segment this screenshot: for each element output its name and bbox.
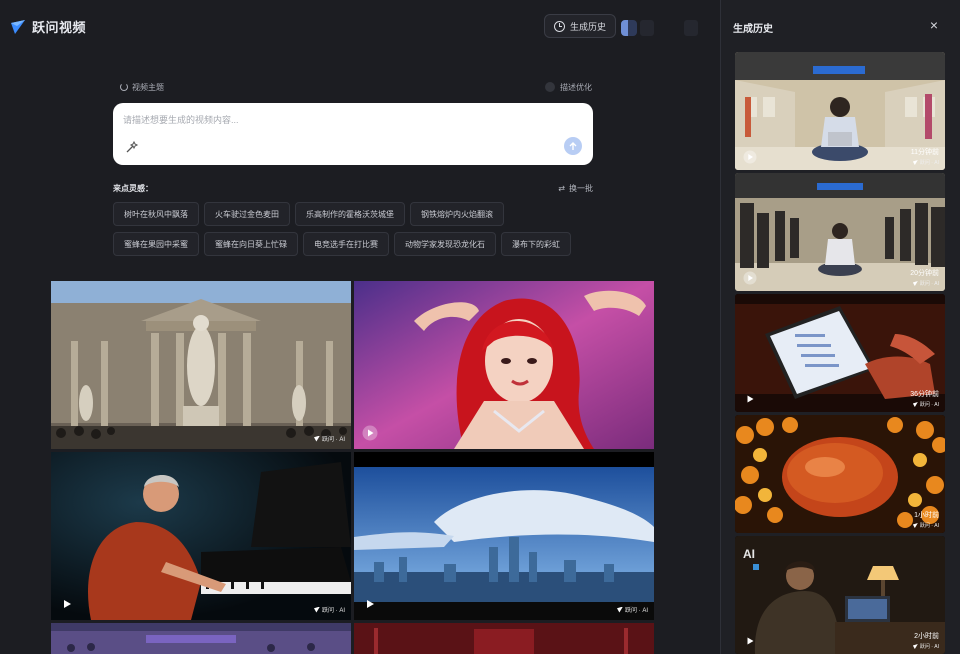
avatar[interactable] xyxy=(621,20,637,36)
generation-history-label: 生成历史 xyxy=(570,21,607,32)
play-icon[interactable] xyxy=(743,150,757,164)
watermark-logo-icon xyxy=(912,523,918,528)
watermark: 跃问 · AI xyxy=(313,434,345,443)
watermark: 跃问 · AI xyxy=(912,522,939,529)
inspiration-chips: 树叶在秋风中飘落 火车驶过金色麦田 乐高制作的霍格沃茨城堡 钢铁熔炉内火焰翻滚 … xyxy=(113,202,593,262)
header-placeholder xyxy=(684,20,698,36)
video-thumbnail xyxy=(354,452,654,620)
play-icon[interactable] xyxy=(362,596,378,612)
video-card[interactable] xyxy=(51,623,351,654)
history-item[interactable]: AI 2小时前 跃问 · AI xyxy=(735,536,945,654)
watermark: 跃问 · AI xyxy=(912,280,939,287)
watermark-text: 跃问 · AI xyxy=(919,402,939,408)
prompt-input[interactable] xyxy=(123,115,543,125)
inspiration-chip[interactable]: 电竞选手在打比赛 xyxy=(303,232,389,256)
clock-icon xyxy=(554,20,565,32)
main-area: 跃问视频 生成历史 视频主题 描述优化 来点灵感： ⇄ xyxy=(0,0,720,654)
optimize-toggle[interactable]: 描述优化 xyxy=(545,82,592,93)
inspiration-chip[interactable]: 蜜蜂在向日葵上忙碌 xyxy=(204,232,298,256)
watermark: 跃问 · AI xyxy=(912,159,939,166)
history-item[interactable]: 20分钟前 跃问 · AI xyxy=(735,173,945,291)
play-icon[interactable] xyxy=(59,596,75,612)
magic-wand-icon[interactable] xyxy=(125,140,139,154)
video-card[interactable] xyxy=(354,281,654,449)
logo-icon xyxy=(11,19,25,34)
play-icon[interactable] xyxy=(743,392,757,406)
history-time: 20分钟前 xyxy=(910,270,939,277)
watermark-logo-icon xyxy=(912,644,918,649)
video-card[interactable]: 跃问 · AI xyxy=(51,281,351,449)
inspiration-header: 来点灵感： ⇄ 换一批 xyxy=(113,183,593,194)
inspiration-chip[interactable]: 蜜蜂在果园中采蜜 xyxy=(113,232,199,256)
watermark-logo-icon xyxy=(912,281,918,286)
history-title: 生成历史 xyxy=(733,24,773,35)
play-icon[interactable] xyxy=(743,634,757,648)
optimize-label: 描述优化 xyxy=(560,82,592,92)
history-panel: 生成历史 × 11分钟前 跃问 · AI 20分钟前 跃问 · AI 36分钟前… xyxy=(721,0,960,654)
app-name: 跃问视频 xyxy=(32,20,87,35)
video-card[interactable]: 跃问 · AI xyxy=(354,452,654,620)
watermark-text: 跃问 · AI xyxy=(321,437,345,443)
watermark-logo-icon xyxy=(912,160,918,165)
watermark: 跃问 · AI xyxy=(616,605,648,614)
chip-row: 树叶在秋风中飘落 火车驶过金色麦田 乐高制作的霍格沃茨城堡 钢铁熔炉内火焰翻滚 xyxy=(113,202,593,226)
history-item[interactable]: 36分钟前 跃问 · AI xyxy=(735,294,945,412)
chip-row: 蜜蜂在果园中采蜜 蜜蜂在向日葵上忙碌 电竞选手在打比赛 动物学家发现恐龙化石 瀑… xyxy=(113,232,593,256)
watermark-logo-icon xyxy=(313,606,320,613)
prompt-options-row: 视频主题 描述优化 xyxy=(120,80,592,94)
generation-history-button[interactable]: 生成历史 xyxy=(544,14,617,38)
video-thumbnail xyxy=(51,452,351,620)
refresh-icon xyxy=(120,83,128,91)
watermark-text: 跃问 · AI xyxy=(919,160,939,166)
video-card[interactable] xyxy=(354,623,654,654)
history-item[interactable]: 11分钟前 跃问 · AI xyxy=(735,52,945,170)
history-time: 36分钟前 xyxy=(910,391,939,398)
video-theme-label: 视频主题 xyxy=(132,82,164,92)
watermark: 跃问 · AI xyxy=(912,643,939,650)
inspiration-chip[interactable]: 瀑布下的彩虹 xyxy=(501,232,571,256)
header-placeholder xyxy=(640,20,654,36)
shuffle-button[interactable]: ⇄ 换一批 xyxy=(558,183,593,194)
inspiration-chip[interactable]: 动物学家发现恐龙化石 xyxy=(394,232,496,256)
video-thumbnail xyxy=(354,281,654,449)
play-icon[interactable] xyxy=(743,271,757,285)
arrow-up-icon xyxy=(569,142,577,150)
shuffle-icon: ⇄ xyxy=(558,184,565,193)
video-card[interactable]: 跃问 · AI xyxy=(51,452,351,620)
watermark: 跃问 · AI xyxy=(313,605,345,614)
watermark-logo-icon xyxy=(912,402,918,407)
toggle-switch[interactable] xyxy=(545,82,555,92)
inspiration-title: 来点灵感： xyxy=(113,184,153,193)
inspiration-chip[interactable]: 钢铁熔炉内火焰翻滚 xyxy=(410,202,504,226)
video-theme-toggle[interactable]: 视频主题 xyxy=(120,82,164,93)
shuffle-label: 换一批 xyxy=(569,184,593,193)
watermark-text: 跃问 · AI xyxy=(321,608,345,614)
play-icon[interactable] xyxy=(362,425,378,441)
video-thumbnail xyxy=(354,623,654,654)
inspiration-chip[interactable]: 火车驶过金色麦田 xyxy=(204,202,290,226)
svg-text:AI: AI xyxy=(743,547,755,561)
video-thumbnail xyxy=(51,623,351,654)
video-thumbnail xyxy=(51,281,351,449)
watermark-text: 跃问 · AI xyxy=(919,644,939,650)
watermark-text: 跃问 · AI xyxy=(624,608,648,614)
inspiration-chip[interactable]: 树叶在秋风中飘落 xyxy=(113,202,199,226)
prompt-box xyxy=(113,103,593,165)
history-time: 2小时前 xyxy=(914,633,939,640)
inspiration-chip[interactable]: 乐高制作的霍格沃茨城堡 xyxy=(295,202,405,226)
history-item[interactable]: 1小时前 跃问 · AI xyxy=(735,415,945,533)
watermark-text: 跃问 · AI xyxy=(919,523,939,529)
watermark-text: 跃问 · AI xyxy=(919,281,939,287)
watermark-logo-icon xyxy=(616,606,623,613)
watermark-logo-icon xyxy=(313,435,320,442)
history-time: 1小时前 xyxy=(914,512,939,519)
history-time: 11分钟前 xyxy=(910,149,939,156)
app-logo[interactable]: 跃问视频 xyxy=(10,17,86,36)
watermark: 跃问 · AI xyxy=(912,401,939,408)
send-button[interactable] xyxy=(564,137,582,155)
close-icon[interactable]: × xyxy=(927,18,941,32)
